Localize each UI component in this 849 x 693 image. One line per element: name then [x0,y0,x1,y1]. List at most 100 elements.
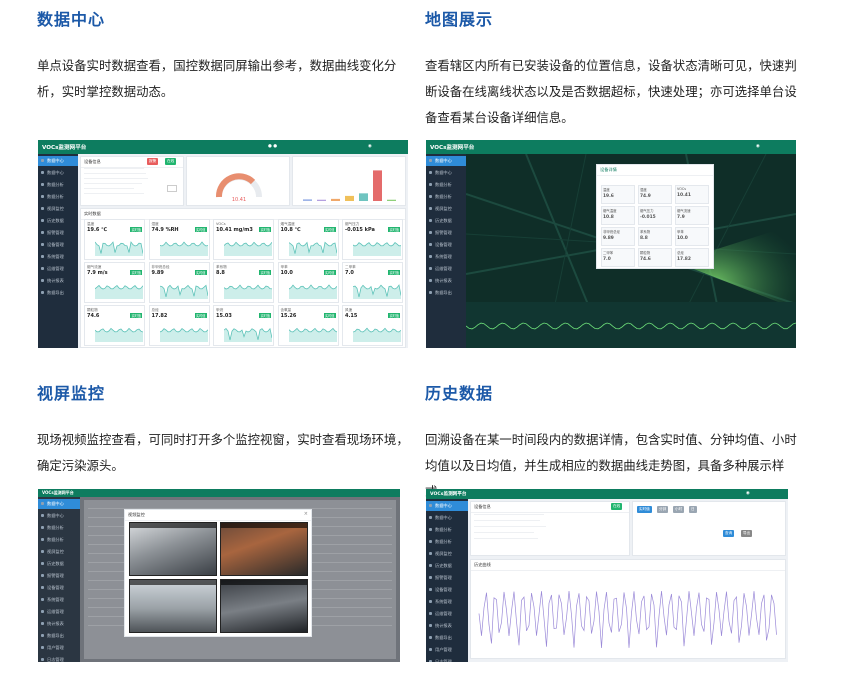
sidebar-item[interactable]: 统计报表 [38,619,80,630]
sidebar-item[interactable]: 用户管理 [38,643,80,654]
sidebar-item[interactable]: 设备管理 [38,583,80,594]
sidebar-item[interactable]: 系统管理 [38,252,78,263]
app-topbar: VOCs监测网平台 ◉ [426,489,788,499]
data-tile[interactable]: 湿度 74.9 %RH 实时值 [148,219,210,260]
sidebar-item[interactable]: 数据分析 [426,192,466,203]
realtime-tab[interactable]: 实时值 [637,506,652,513]
hour-tab[interactable]: 小时 [673,506,685,513]
sidebar-item[interactable]: 数据分析 [38,180,78,191]
day-tab[interactable]: 日 [689,506,697,513]
sidebar-item[interactable]: 系统管理 [426,597,468,608]
user-icon[interactable]: ◉ [368,144,372,149]
sidebar-item[interactable]: 历史数据 [426,216,466,227]
data-tile[interactable]: 苯系物 8.8 实时值 [213,262,274,303]
user-icon[interactable]: ◉ [746,491,750,496]
sidebar-item[interactable]: 数据导出 [38,288,78,299]
data-tile[interactable]: 温度 19.6 ℃ 实时值 [84,219,145,260]
video-feed[interactable] [129,522,217,576]
bar [387,199,396,201]
panel-title: 历史曲线 [471,560,785,571]
data-tile[interactable]: 颗粒物 74.6 实时值 [84,305,145,346]
sidebar-item[interactable]: 数据导出 [426,288,466,299]
sidebar-item[interactable]: 统计报表 [426,621,468,632]
popup-tile-label: 甲苯 [677,230,684,234]
sidebar-item[interactable]: 视屏监控 [426,204,466,215]
data-tile[interactable]: 烟气流速 7.9 m/s 实时值 [84,262,145,303]
app-logo: VOCs监测网平台 [430,492,467,497]
tile-badge: 实时值 [194,270,207,275]
minute-tab[interactable]: 分钟 [657,506,669,513]
data-tile[interactable]: 非甲烷总烃 9.89 实时值 [148,262,210,303]
data-tile[interactable]: 总烃 17.82 实时值 [148,305,210,346]
query-button[interactable]: 查询 [723,530,735,537]
sidebar-item[interactable]: 数据中心 [38,511,80,522]
video-feed[interactable] [129,579,217,633]
sidebar-item[interactable]: 数据中心 [426,513,468,524]
sidebar-item[interactable]: 报警管理 [38,228,78,239]
sidebar-item[interactable]: 数据分析 [38,523,80,534]
sidebar-item[interactable]: 数据分析 [426,525,468,536]
map-view[interactable]: 设备详情 温度 19.6 湿度 74.9 VOCs 10.41 烟气温度 10.8 烟气压力 -0… [465,153,796,348]
data-tile[interactable]: 甲苯 10.0 实时值 [277,262,339,303]
sidebar-item[interactable]: 历史数据 [38,216,78,227]
sidebar-item[interactable]: 数据分析 [426,537,468,548]
sidebar-item[interactable]: 系统管理 [38,595,80,606]
data-tile[interactable]: 甲烷 15.03 实时值 [213,305,274,346]
online-button[interactable]: 在线 [165,158,177,165]
sparkline [288,327,337,342]
data-tile[interactable]: 烟气压力 -0.015 kPa 实时值 [342,219,403,260]
sidebar-item[interactable]: 数据导出 [38,631,80,642]
tile-value: 10.8 ℃ [280,227,301,233]
popup-tile-value: 19.6 [603,194,614,199]
sidebar-item[interactable]: 系统管理 [426,252,466,263]
sidebar-item[interactable]: 设备管理 [38,240,78,251]
video-feed[interactable] [220,579,308,633]
sidebar-item[interactable]: 历史数据 [426,561,468,572]
app-logo: VOCs监测网平台 [42,145,87,151]
sidebar-item[interactable]: 数据中心 [38,498,80,509]
export-button[interactable]: 导出 [741,530,753,537]
sidebar-item[interactable]: 设备管理 [426,240,466,251]
sidebar-item[interactable]: 运维管理 [426,264,466,275]
tile-badge: 实时值 [259,227,271,232]
sidebar-item[interactable]: 视屏监控 [426,549,468,560]
sidebar-item[interactable]: 统计报表 [426,276,466,287]
sidebar-item[interactable]: 数据分析 [38,535,80,546]
sidebar-item[interactable]: 历史数据 [38,559,80,570]
sidebar-item[interactable]: 数据中心 [426,155,466,166]
tile-badge: 实时值 [259,313,271,318]
sidebar-item[interactable]: 报警管理 [426,228,466,239]
app-logo: VOCs监测网平台 [430,145,475,151]
sidebar-item[interactable]: 设备管理 [426,585,468,596]
sidebar: 数据中心 数据中心 数据分析 数据分析 视屏监控 历史数据 报警管理 设备管理 系统管理 运维管理… [426,499,468,662]
data-tile[interactable]: 含氧量 15.26 实时值 [277,305,339,346]
online-button[interactable]: 在线 [611,503,623,510]
status-online: ● ● [268,144,278,149]
sidebar-item[interactable]: 运维管理 [38,264,78,275]
sidebar-item[interactable]: 用户管理 [426,645,468,656]
sidebar-item[interactable]: 日志管理 [426,657,468,662]
data-tile[interactable]: VOCs 10.41 mg/m3 实时值 [213,219,274,260]
sidebar-item[interactable]: 统计报表 [38,276,78,287]
sidebar-item[interactable]: 数据导出 [426,633,468,644]
sidebar-item[interactable]: 数据分析 [426,180,466,191]
sidebar-item[interactable]: 视屏监控 [38,547,80,558]
sidebar-item[interactable]: 数据中心 [426,168,466,179]
data-tile[interactable]: 烟气温度 10.8 ℃ 实时值 [277,219,339,260]
video-feed[interactable] [220,522,308,576]
sidebar-item[interactable]: 视屏监控 [38,204,78,215]
close-icon[interactable]: × [304,511,308,517]
sidebar-item[interactable]: 数据中心 [38,168,78,179]
sidebar-item[interactable]: 报警管理 [426,573,468,584]
data-tile[interactable]: 风速 4.15 实时值 [342,305,403,346]
sidebar-item[interactable]: 报警管理 [38,571,80,582]
sidebar-item[interactable]: 数据中心 [38,155,78,166]
sidebar-item[interactable]: 日志管理 [38,655,80,663]
sidebar-item[interactable]: 数据中心 [426,500,468,511]
sidebar-item[interactable]: 运维管理 [426,609,468,620]
user-icon[interactable]: ◉ [756,144,760,149]
sidebar-item[interactable]: 数据分析 [38,192,78,203]
alarm-button[interactable]: 报警 [147,158,159,165]
data-tile[interactable]: 二甲苯 7.0 实时值 [342,262,403,303]
sidebar-item[interactable]: 运维管理 [38,607,80,618]
